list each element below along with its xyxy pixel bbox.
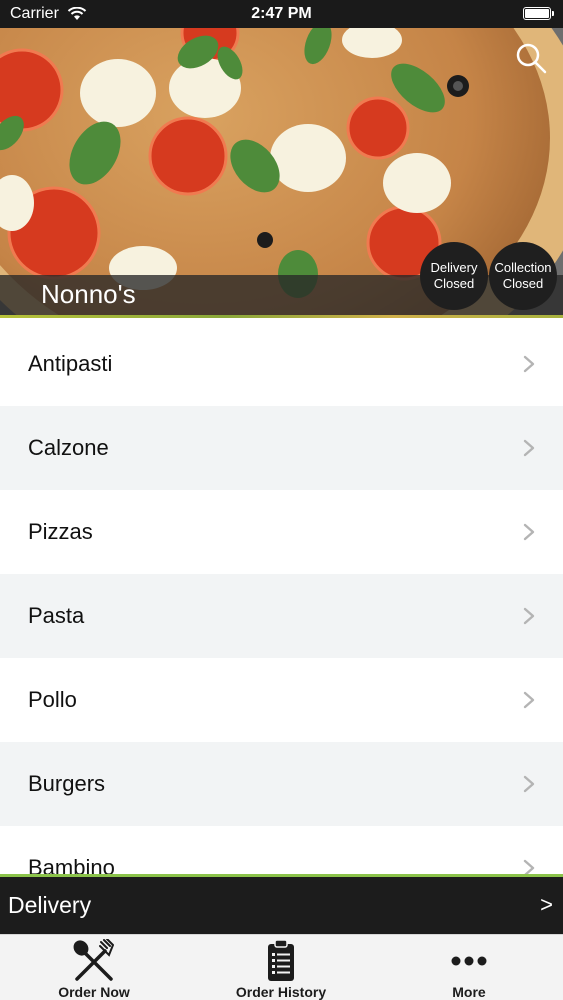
battery-icon	[523, 7, 554, 20]
menu-item-label: Pollo	[28, 687, 77, 712]
tab-order-history[interactable]: Order History	[216, 935, 346, 1000]
status-time: 2:47 PM	[251, 5, 312, 22]
menu-item-pasta[interactable]: Pasta	[0, 574, 563, 658]
menu-item-label: Pizzas	[28, 519, 93, 544]
collection-status-badge: Collection Closed	[489, 242, 557, 310]
chevron-right-icon	[523, 691, 535, 709]
restaurant-name: Nonno's	[41, 279, 136, 309]
menu-item-bambino[interactable]: Bambino	[0, 826, 563, 875]
fork-knife-icon	[73, 939, 114, 981]
collection-status-line1: Collection	[494, 260, 552, 275]
hero-banner: Nonno's Delivery Closed Collection Close…	[0, 28, 563, 318]
menu-category-list: Antipasti Calzone Pizzas Pasta Pollo Bur…	[0, 322, 563, 875]
tab-more[interactable]: More	[429, 935, 509, 1000]
order-mode-arrow: >	[540, 892, 553, 917]
tab-order-now[interactable]: Order Now	[44, 935, 144, 1000]
collection-status-line2: Closed	[502, 276, 544, 291]
menu-item-label: Antipasti	[28, 351, 113, 376]
menu-item-label: Calzone	[28, 435, 109, 460]
tab-order-now-label: Order Now	[58, 984, 130, 1000]
menu-item-label: Pasta	[28, 603, 85, 628]
status-bar: Carrier 2:47 PM	[0, 0, 563, 28]
menu-item-pollo[interactable]: Pollo	[0, 658, 563, 742]
chevron-right-icon	[523, 439, 535, 457]
chevron-right-icon	[523, 355, 535, 373]
tab-bar: Order Now Order History More	[0, 934, 563, 1000]
hero-divider	[0, 315, 563, 318]
chevron-right-icon	[523, 607, 535, 625]
order-mode-bar[interactable]: Delivery >	[0, 874, 563, 934]
menu-item-burgers[interactable]: Burgers	[0, 742, 563, 826]
menu-item-antipasti[interactable]: Antipasti	[0, 322, 563, 406]
chevron-right-icon	[523, 859, 535, 875]
search-icon[interactable]	[513, 40, 549, 76]
menu-item-label: Bambino	[28, 855, 115, 875]
chevron-right-icon	[523, 775, 535, 793]
clipboard-list-icon	[268, 939, 294, 981]
tab-order-history-label: Order History	[235, 984, 327, 1000]
delivery-status-line1: Delivery	[430, 260, 478, 275]
more-dots-icon	[451, 956, 487, 966]
menu-item-label: Burgers	[28, 771, 106, 796]
menu-item-pizzas[interactable]: Pizzas	[0, 490, 563, 574]
delivery-status-badge: Delivery Closed	[420, 242, 488, 310]
order-mode-label: Delivery	[8, 892, 92, 918]
menu-item-calzone[interactable]: Calzone	[0, 406, 563, 490]
tab-more-label: More	[452, 984, 486, 1000]
chevron-right-icon	[523, 523, 535, 541]
delivery-status-line2: Closed	[433, 276, 475, 291]
